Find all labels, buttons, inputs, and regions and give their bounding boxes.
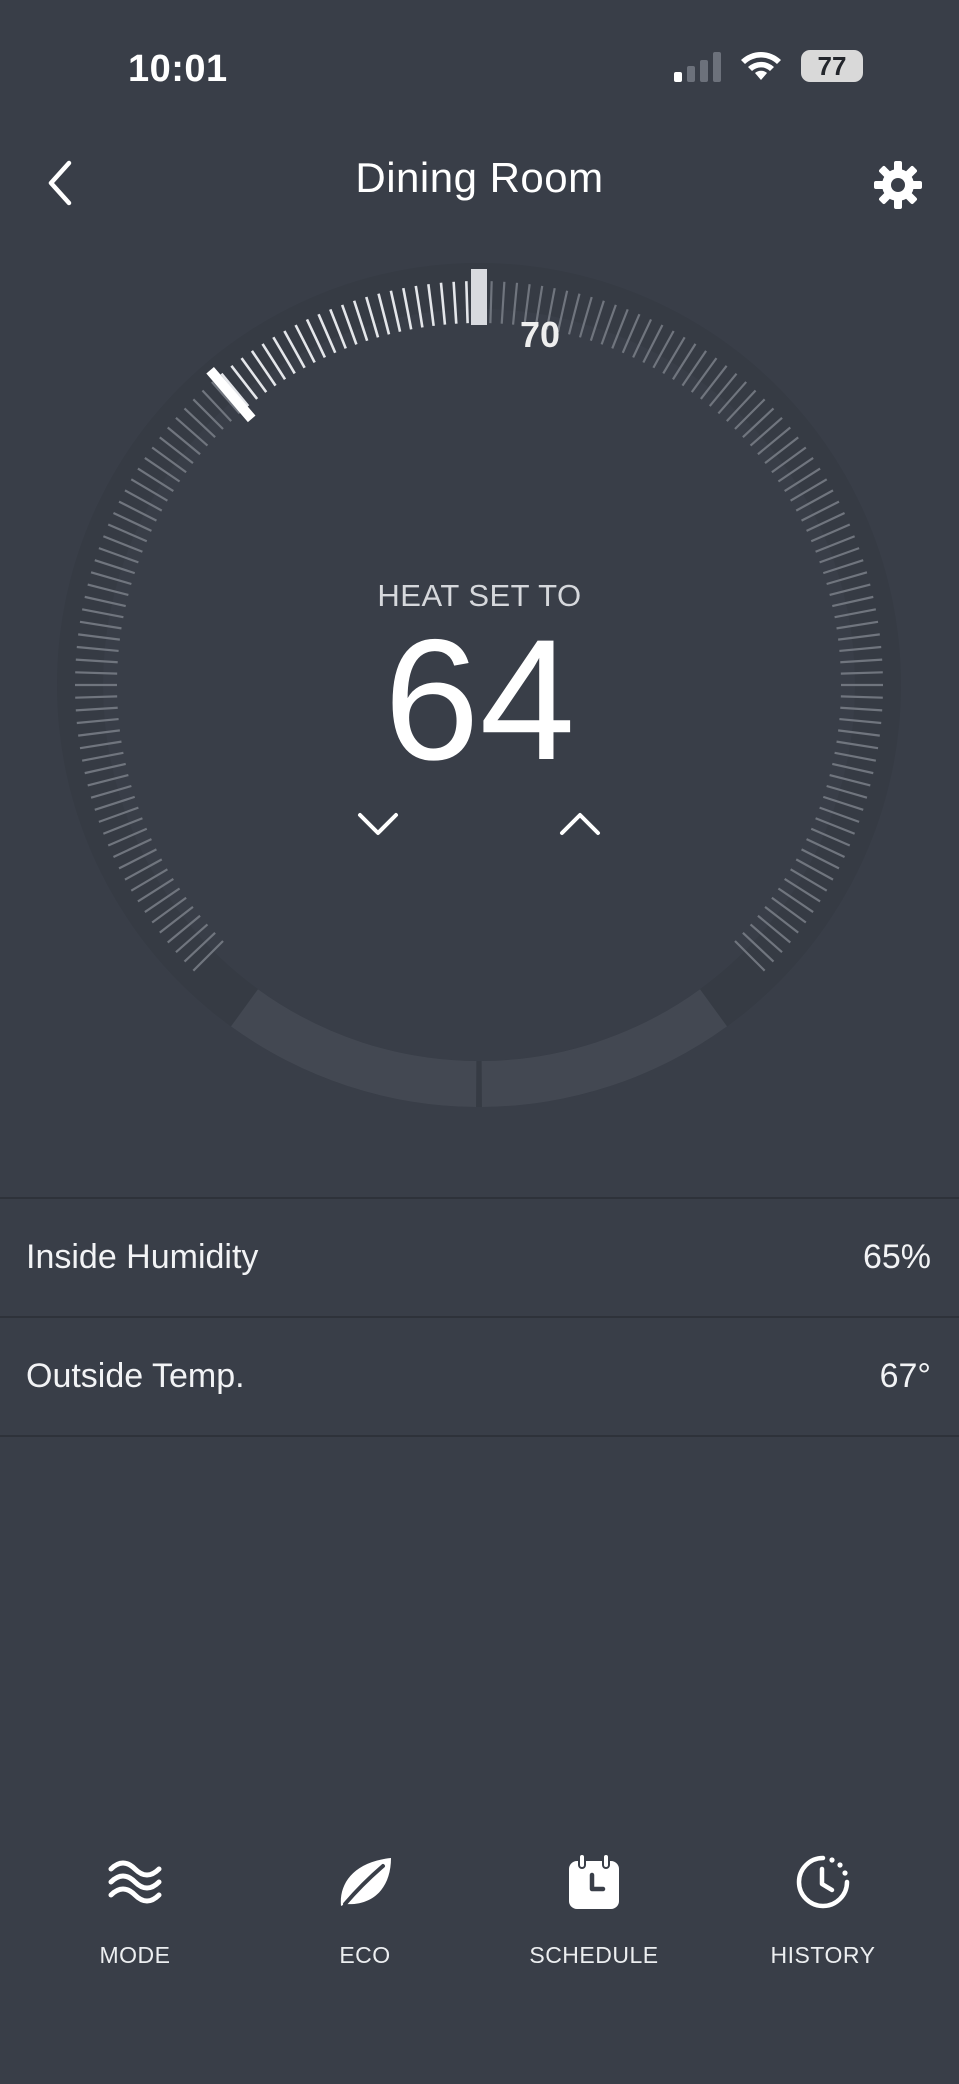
nav-mode-label: MODE: [99, 1942, 171, 1968]
gear-icon: [874, 161, 922, 209]
thermostat-screen: 10:01 77 Dining Room 70 HEAT SET TO 64 I…: [0, 0, 959, 2084]
inside-humidity-row: Inside Humidity 65%: [0, 1197, 959, 1315]
nav-mode[interactable]: MODE: [35, 1850, 235, 1969]
settings-button[interactable]: [867, 154, 929, 216]
nav-eco[interactable]: ECO: [265, 1850, 465, 1969]
nav-history-label: HISTORY: [770, 1942, 876, 1968]
page-title: Dining Room: [355, 154, 604, 201]
nav-schedule-label: SCHEDULE: [529, 1942, 659, 1968]
nav-eco-label: ECO: [339, 1942, 391, 1968]
dial-tick-active: [465, 281, 469, 324]
history-clock-icon: [796, 1855, 850, 1909]
outside-temp-label: Outside Temp.: [26, 1356, 245, 1395]
bottom-nav: MODE ECO SCHEDULE HISTORY: [0, 1850, 959, 1980]
inside-humidity-label: Inside Humidity: [26, 1237, 259, 1276]
wifi-icon: [741, 52, 781, 80]
cellular-signal-icon: [674, 50, 721, 82]
calendar-clock-icon: [569, 1853, 619, 1909]
row-divider: [0, 1435, 959, 1437]
status-icons: 77: [674, 50, 871, 82]
outside-temp-row: Outside Temp. 67°: [0, 1316, 959, 1434]
dial-tick: [489, 281, 493, 324]
inside-humidity-value: 65%: [862, 1237, 931, 1276]
battery-icon: 77: [801, 50, 863, 82]
leaf-icon: [340, 1858, 391, 1906]
setpoint-value: 64: [383, 604, 576, 796]
heat-waves-icon: [108, 1860, 162, 1904]
nav-schedule[interactable]: SCHEDULE: [494, 1850, 694, 1969]
status-time: 10:01: [128, 48, 228, 90]
outside-temp-value: 67°: [879, 1356, 931, 1395]
nav-history[interactable]: HISTORY: [723, 1850, 923, 1969]
current-temp-label: 70: [520, 314, 561, 355]
